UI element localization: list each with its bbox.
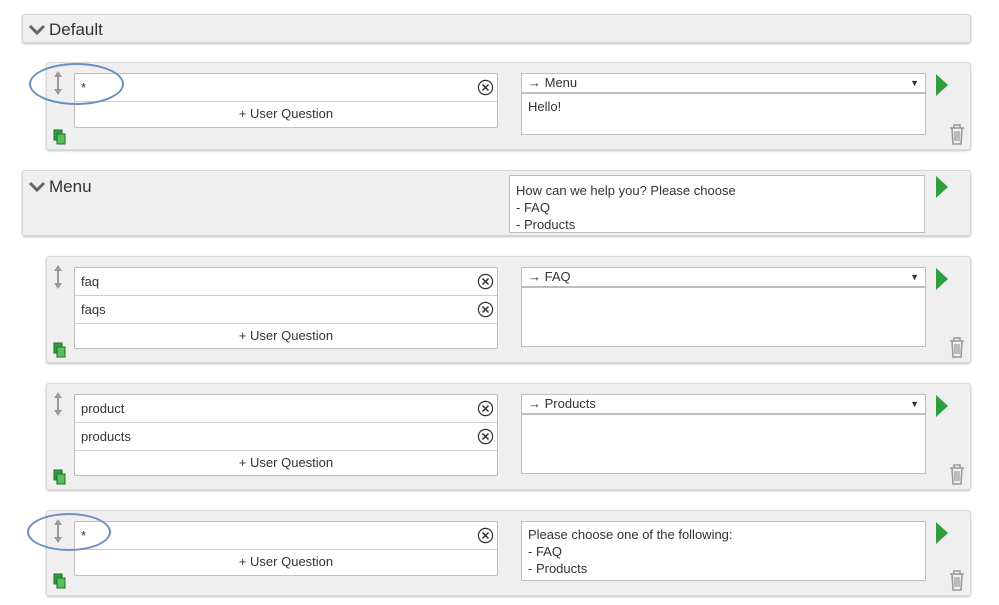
duplicate-icon[interactable] [53,129,67,145]
question-text[interactable]: faqs [81,302,106,317]
target-select-value: → FAQ [528,269,571,284]
question-list: * + User Question [74,521,498,576]
select-caret-icon: ▼ [910,272,919,282]
remove-icon[interactable] [477,428,494,445]
remove-icon[interactable] [477,400,494,417]
response-textarea[interactable]: Please choose one of the following: - FA… [521,521,926,581]
move-handle-icon[interactable] [52,263,64,291]
annotation-ellipse [29,63,124,105]
response-textarea[interactable]: Hello! [521,93,926,135]
question-row[interactable]: * [75,74,497,102]
trash-icon[interactable] [948,336,966,358]
chevron-down-icon[interactable] [28,181,46,193]
target-select[interactable]: → Products ▼ [521,394,926,414]
rule-card: * + User Question Please choose one of t… [46,510,971,596]
select-caret-icon: ▼ [910,399,919,409]
rule-card: faq faqs + User Question → FAQ ▼ [46,256,971,363]
group-header-default[interactable]: Default [22,14,971,43]
play-icon[interactable] [935,267,949,291]
target-select[interactable]: → FAQ ▼ [521,267,926,287]
question-text[interactable]: faq [81,274,99,289]
question-row[interactable]: products [75,423,497,451]
trash-icon[interactable] [948,123,966,145]
group-header-menu[interactable]: Menu How can we help you? Please choose … [22,170,971,236]
duplicate-icon[interactable] [53,469,67,485]
question-list: * + User Question [74,73,498,128]
annotation-ellipse [27,513,111,551]
rule-card: * + User Question → Menu ▼ Hello! [46,62,971,150]
question-row[interactable]: product [75,395,497,423]
duplicate-icon[interactable] [53,342,67,358]
question-list: faq faqs + User Question [74,267,498,349]
question-list: product products + User Question [74,394,498,476]
play-icon[interactable] [935,73,949,97]
response-textarea[interactable] [521,414,926,474]
add-user-question-button[interactable]: + User Question [75,550,497,576]
remove-icon[interactable] [477,301,494,318]
target-select-value: → Products [528,396,596,411]
remove-icon[interactable] [477,527,494,544]
add-user-question-button[interactable]: + User Question [75,324,497,350]
play-icon[interactable] [935,175,949,199]
select-caret-icon: ▼ [910,78,919,88]
group-title: Default [49,20,103,39]
move-handle-icon[interactable] [52,390,64,418]
group-response-textarea[interactable]: How can we help you? Please choose - FAQ… [509,175,925,233]
remove-icon[interactable] [477,79,494,96]
response-textarea[interactable] [521,287,926,347]
play-icon[interactable] [935,394,949,418]
chevron-down-icon[interactable] [28,24,46,36]
duplicate-icon[interactable] [53,573,67,589]
question-row[interactable]: faq [75,268,497,296]
rule-card: product products + User Question → Produ… [46,383,971,490]
question-row[interactable]: faqs [75,296,497,324]
group-title: Menu [49,177,92,196]
trash-icon[interactable] [948,463,966,485]
play-icon[interactable] [935,521,949,545]
question-row[interactable]: * [75,522,497,550]
trash-icon[interactable] [948,569,966,591]
add-user-question-button[interactable]: + User Question [75,102,497,128]
target-select[interactable]: → Menu ▼ [521,73,926,93]
add-user-question-button[interactable]: + User Question [75,451,497,477]
question-text[interactable]: product [81,401,124,416]
question-text[interactable]: products [81,429,131,444]
remove-icon[interactable] [477,273,494,290]
target-select-value: → Menu [528,75,578,90]
